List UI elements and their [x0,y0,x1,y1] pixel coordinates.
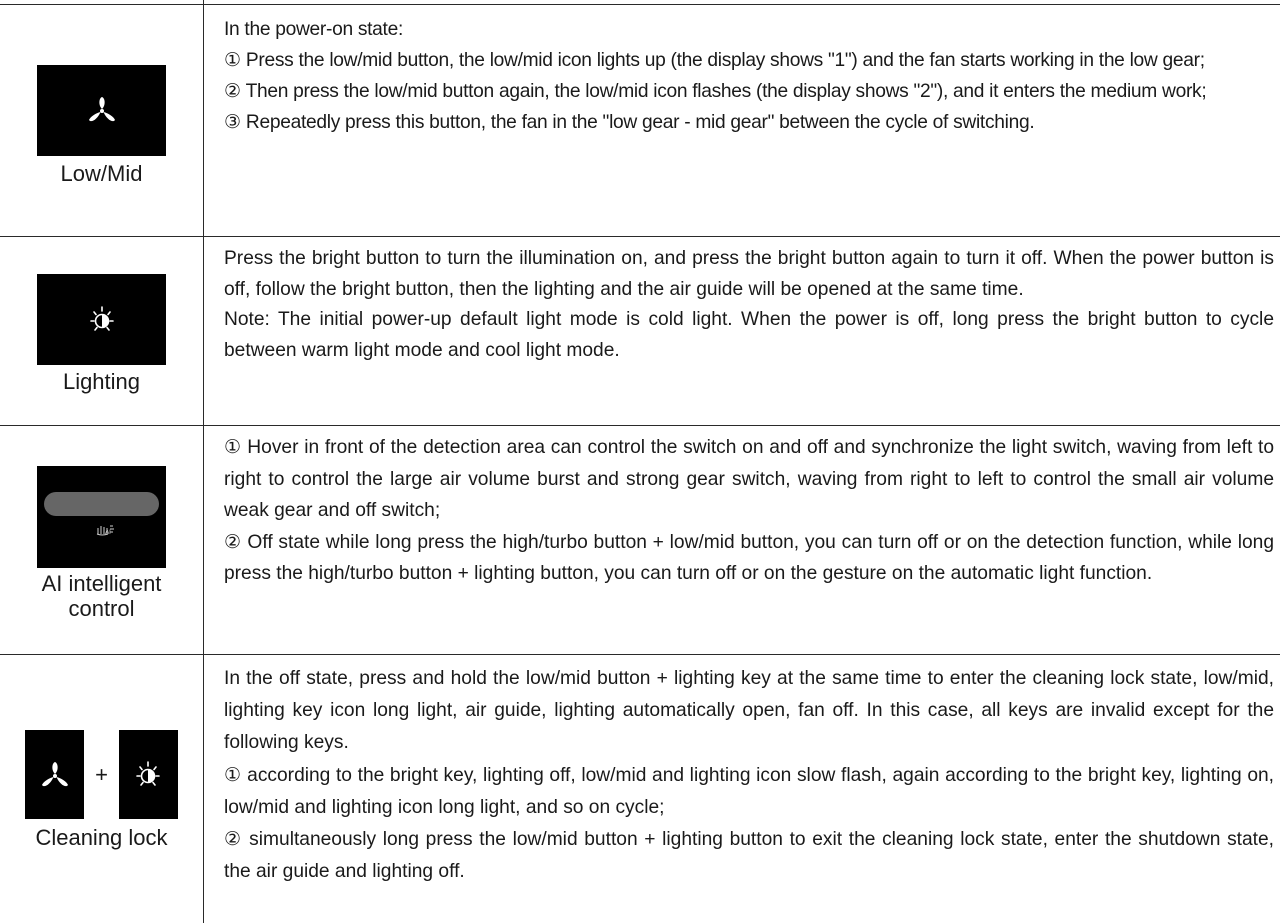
description-line: Press the bright button to turn the illu… [224,248,1274,300]
lighting-description: Press the bright button to turn the illu… [224,244,1274,366]
description-line: ② Then press the low/mid button again, t… [224,81,1207,102]
description-line: ② Off state while long press the high/tu… [224,531,1274,585]
cleaning-lock-cell: + Cleaning lock [0,655,203,923]
ai-control-caption: AI intelligent control [42,571,162,621]
ai-control-cell: AI AI intelligent control [0,426,203,654]
caption-line: control [68,595,135,621]
hand-wave-icon: AI [92,524,115,536]
lighting-caption: Lighting [62,369,141,394]
lighting-cell: Lighting [0,237,203,425]
cleaning-lock-description: In the off state, press and hold the low… [224,663,1274,888]
column-divider [203,0,204,923]
low-mid-description: In the power-on state: ① Press the low/m… [224,14,1274,138]
description-line: ③ Repeatedly press this button, the fan … [224,112,1035,133]
description-line: ① Press the low/mid button, the low/mid … [224,50,1205,71]
fan-panel [25,730,85,819]
low-mid-panel [37,64,166,156]
fan-icon [88,97,115,122]
ai-control-description: ① Hover in front of the detection area c… [224,432,1274,590]
description-line: ② simultaneously long press the low/mid … [224,829,1274,883]
ai-control-panel: AI [37,465,166,568]
light-bulb-icon [89,305,114,331]
description-line: In the power-on state: [224,19,403,40]
gesture-ai-label: AI [105,530,111,536]
low-mid-cell: Low/Mid [0,4,203,236]
description-line: In the off state, press and hold the low… [224,668,1274,754]
gesture-sensor-bar [44,491,159,516]
cleaning-lock-icons: + [25,730,178,819]
plus-sign: + [95,761,108,787]
lighting-panel [37,274,166,365]
description-line: Note: The initial power-up default light… [224,309,1274,361]
description-line: ① Hover in front of the detection area c… [224,437,1274,521]
description-line: ① according to the bright key, lighting … [224,764,1274,818]
fan-icon [41,761,68,786]
light-panel [118,730,178,819]
caption-line: AI intelligent [41,570,162,596]
cleaning-lock-caption: Cleaning lock [35,825,168,850]
light-bulb-icon [136,760,161,786]
low-mid-caption: Low/Mid [60,160,143,186]
